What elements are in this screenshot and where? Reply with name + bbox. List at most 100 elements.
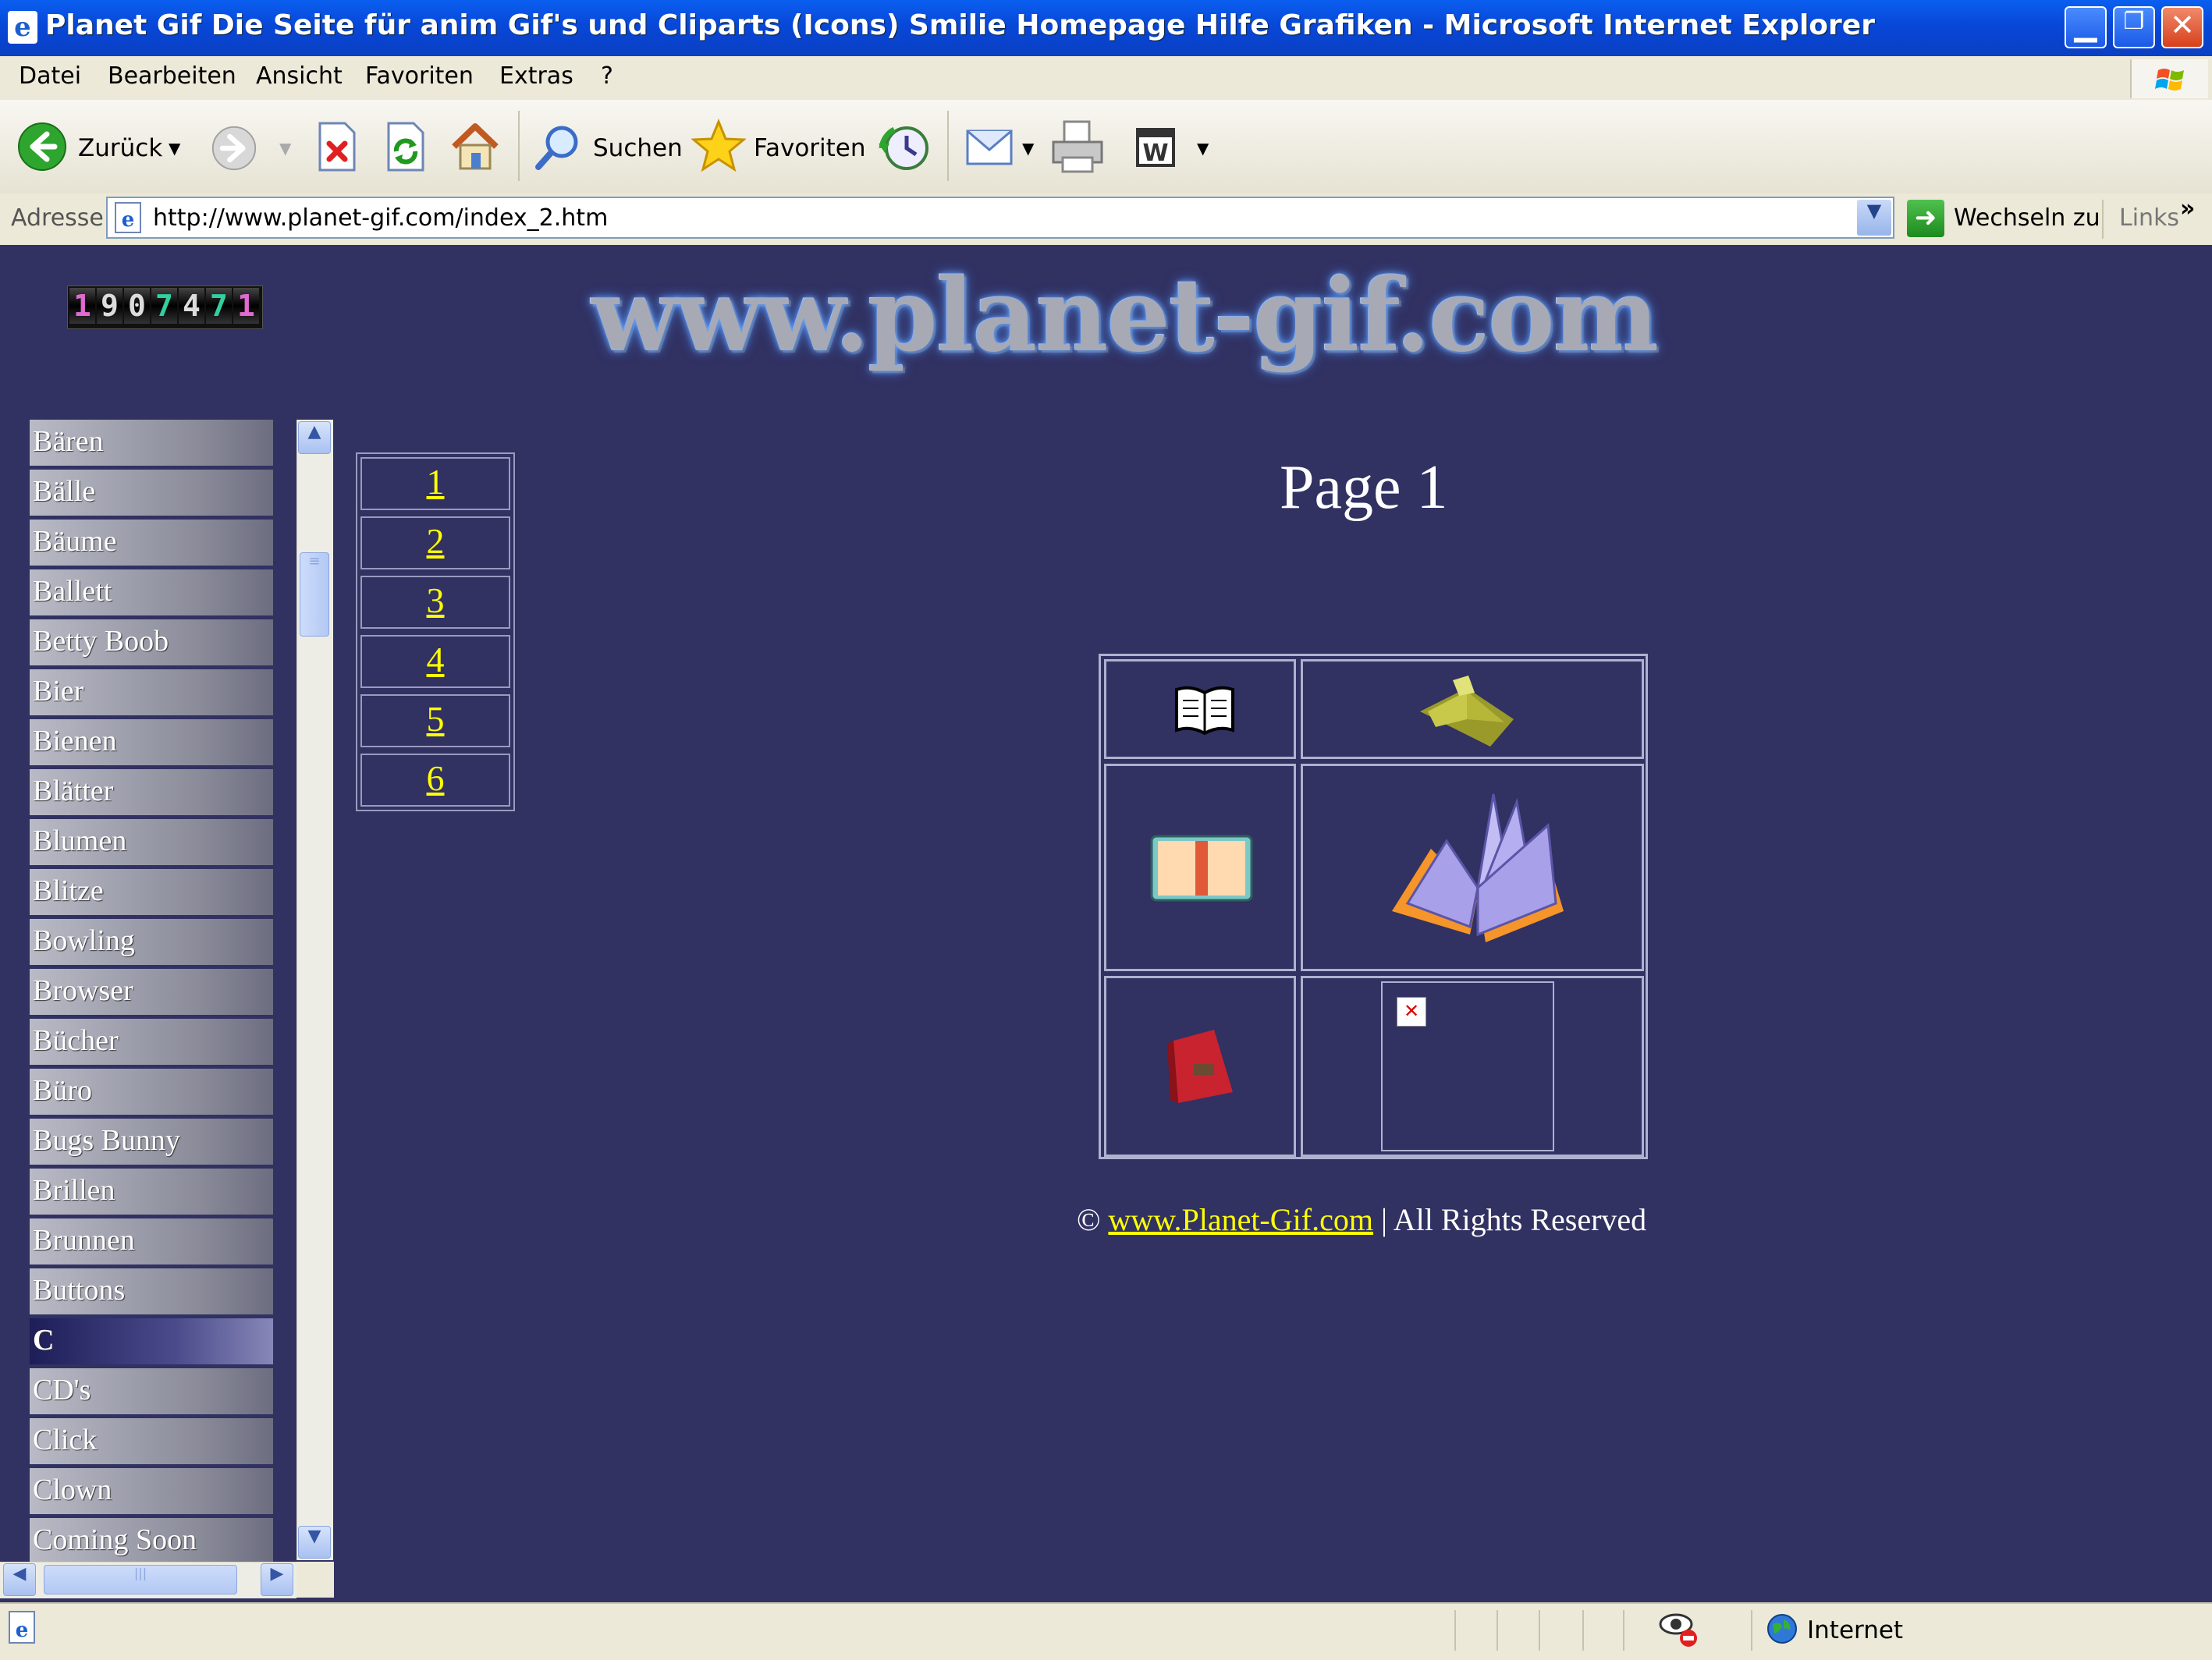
nav-item[interactable]: Click	[30, 1418, 273, 1464]
nav-item[interactable]: Buttons	[30, 1268, 273, 1314]
svg-text:e: e	[16, 1619, 29, 1642]
scroll-up-icon[interactable]: ▲	[298, 421, 331, 454]
menu-favoriten[interactable]: Favoriten	[365, 62, 474, 90]
forward-arrow-icon[interactable]	[211, 125, 257, 172]
nav-item[interactable]: Clown	[30, 1468, 273, 1514]
nav-item[interactable]: Bienen	[30, 719, 273, 765]
flipping-book-clipart[interactable]	[1384, 779, 1571, 958]
scroll-right-icon[interactable]: ▶	[261, 1563, 293, 1596]
counter-digit: 1	[233, 288, 259, 324]
nav-item[interactable]: Bälle	[30, 470, 273, 516]
red-book-clipart[interactable]	[1163, 1025, 1241, 1111]
nav-item[interactable]: Bücher	[30, 1019, 273, 1065]
back-button-label[interactable]: Zurück	[78, 134, 162, 162]
go-button[interactable]: Wechseln zu	[1954, 204, 2100, 232]
search-button-label[interactable]: Suchen	[593, 134, 683, 162]
menu-bearbeiten[interactable]: Bearbeiten	[108, 62, 236, 90]
edit-dropdown-icon[interactable]: ▼	[1197, 139, 1209, 158]
scroll-left-icon[interactable]: ◀	[3, 1563, 36, 1596]
copyright-footer: © www.Planet-Gif.com | All Rights Reserv…	[1077, 1201, 1646, 1238]
close-button[interactable]: ✕	[2161, 6, 2203, 48]
status-separator	[1623, 1610, 1624, 1651]
grid-cell	[1104, 764, 1296, 971]
favorites-star-icon[interactable]	[691, 119, 746, 173]
nav-item[interactable]: CD's	[30, 1368, 273, 1414]
nav-item[interactable]: Blumen	[30, 819, 273, 865]
vertical-scroll-thumb[interactable]: ≡	[300, 552, 329, 637]
scroll-down-icon[interactable]: ▼	[298, 1526, 331, 1559]
olive-book-clipart[interactable]	[1412, 672, 1521, 750]
nav-item[interactable]: Bowling	[30, 919, 273, 965]
nav-item[interactable]: Browser	[30, 969, 273, 1015]
status-separator	[1497, 1610, 1498, 1651]
nav-item[interactable]: Büro	[30, 1069, 273, 1115]
nav-item[interactable]: Coming Soon	[30, 1518, 273, 1564]
nav-item[interactable]: Bäume	[30, 520, 273, 566]
page-link-1[interactable]: 1	[360, 457, 510, 510]
go-arrow-icon[interactable]: ➜	[1907, 200, 1944, 237]
restore-button[interactable]: ❐	[2113, 6, 2155, 48]
svg-text:e: e	[122, 208, 135, 232]
nav-item[interactable]: Brunnen	[30, 1218, 273, 1265]
rights-text: | All Rights Reserved	[1380, 1202, 1647, 1237]
address-url[interactable]: http://www.planet-gif.com/index_2.htm	[153, 204, 608, 232]
counter-digit: 9	[97, 288, 122, 324]
category-list: Bären Bälle Bäume Ballett Betty Boob Bier Bien…	[30, 420, 273, 1568]
page-icon: e	[115, 202, 141, 233]
nav-item[interactable]: Bier	[30, 669, 273, 715]
refresh-icon[interactable]	[384, 122, 428, 172]
visitor-counter: 1 9 0 7 4 7 1	[67, 286, 263, 329]
home-icon[interactable]	[448, 119, 502, 173]
address-label: Adresse	[11, 204, 104, 232]
links-button[interactable]: Links	[2119, 204, 2179, 232]
footer-site-link[interactable]: www.Planet-Gif.com	[1108, 1202, 1373, 1237]
status-separator	[1582, 1610, 1584, 1651]
nav-item[interactable]: Brillen	[30, 1169, 273, 1215]
history-icon[interactable]	[877, 120, 932, 175]
horizontal-scroll-thumb[interactable]: |||	[44, 1565, 237, 1594]
mail-dropdown-icon[interactable]: ▼	[1022, 139, 1034, 158]
stop-icon[interactable]	[315, 122, 359, 172]
grid-cell	[1301, 764, 1644, 971]
nav-item[interactable]: Ballett	[30, 569, 273, 615]
closed-book-clipart[interactable]	[1149, 833, 1255, 903]
site-banner: www.planet-gif.com	[591, 257, 1659, 374]
nav-item[interactable]: Blitze	[30, 869, 273, 915]
zone-label: Internet	[1807, 1616, 1904, 1644]
window-title: Planet Gif Die Seite für anim Gif's und …	[45, 9, 1875, 41]
page-link-3[interactable]: 3	[360, 576, 510, 629]
page-link-4[interactable]: 4	[360, 635, 510, 688]
menu-help[interactable]: ?	[601, 62, 613, 90]
nav-item[interactable]: C	[30, 1318, 273, 1364]
nav-item[interactable]: Bugs Bunny	[30, 1119, 273, 1165]
favorites-button-label[interactable]: Favoriten	[754, 134, 866, 162]
forward-dropdown-icon[interactable]: ▼	[279, 139, 291, 158]
grid-cell	[1104, 659, 1296, 759]
page-link-2[interactable]: 2	[360, 516, 510, 569]
nav-item[interactable]: Blätter	[30, 769, 273, 815]
counter-digit: 7	[206, 288, 232, 324]
menu-datei[interactable]: Datei	[19, 62, 81, 90]
menu-ansicht[interactable]: Ansicht	[256, 62, 343, 90]
privacy-eye-icon[interactable]	[1657, 1609, 1701, 1649]
print-icon[interactable]	[1050, 119, 1105, 175]
status-separator	[1454, 1610, 1456, 1651]
menu-extras[interactable]: Extras	[499, 62, 573, 90]
nav-item[interactable]: Betty Boob	[30, 619, 273, 665]
open-book-clipart[interactable]	[1172, 682, 1237, 736]
minimize-button[interactable]: ▁	[2065, 6, 2107, 48]
ie-icon: e	[8, 11, 37, 44]
page-link-6[interactable]: 6	[360, 754, 510, 807]
links-chevron-icon[interactable]: »	[2180, 195, 2195, 222]
back-dropdown-icon[interactable]: ▼	[169, 139, 180, 158]
edit-word-icon[interactable]: W	[1134, 126, 1177, 168]
mail-icon[interactable]	[964, 125, 1016, 168]
page-link-5[interactable]: 5	[360, 694, 510, 747]
search-icon[interactable]	[532, 122, 584, 173]
counter-digit: 1	[69, 288, 95, 324]
address-dropdown-icon[interactable]: ▼	[1857, 200, 1891, 236]
broken-image-placeholder[interactable]: ✕	[1381, 981, 1554, 1151]
back-arrow-icon[interactable]	[17, 122, 67, 172]
nav-item[interactable]: Bären	[30, 420, 273, 466]
grid-cell: ✕	[1301, 976, 1644, 1157]
